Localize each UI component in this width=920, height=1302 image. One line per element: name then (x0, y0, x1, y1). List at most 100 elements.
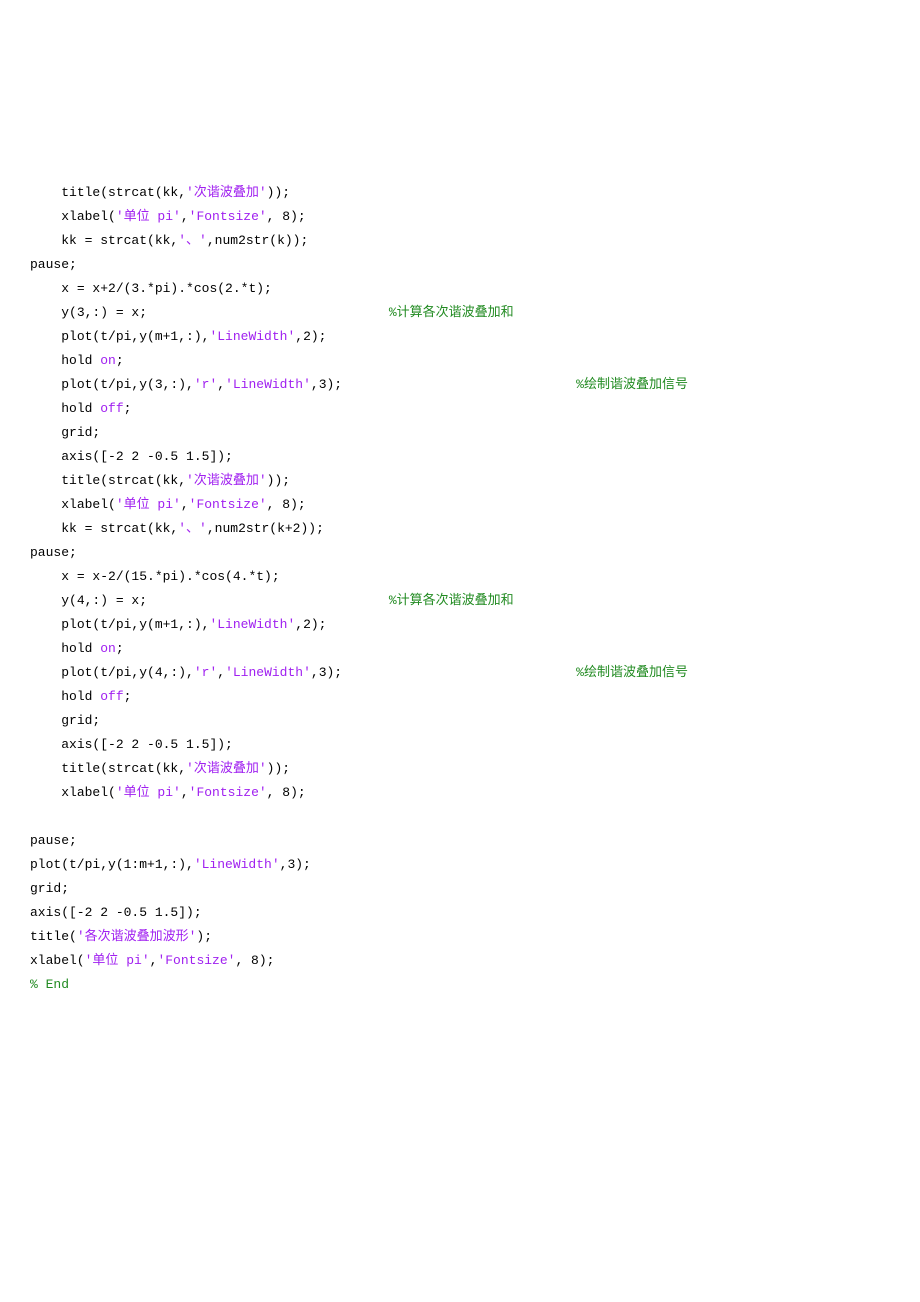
code-line: title('各次谐波叠加波形'); (30, 925, 890, 949)
string-literal: off (100, 401, 123, 416)
code-text: plot(t/pi,y(3,:), (61, 377, 194, 392)
string-literal: 'Fontsize' (189, 497, 267, 512)
code-text: grid; (61, 425, 100, 440)
indent (30, 401, 61, 416)
string-literal: '单位 pi' (116, 209, 181, 224)
code-text: ; (116, 641, 124, 656)
code-text: x = x-2/(15.*pi).*cos(4.*t); (61, 569, 279, 584)
code-text: xlabel( (61, 209, 116, 224)
indent (30, 593, 61, 608)
code-text: axis([-2 2 -0.5 1.5]); (61, 449, 233, 464)
code-line: xlabel('单位 pi','Fontsize', 8); (30, 205, 890, 229)
code-text: plot(t/pi,y(m+1,:), (61, 617, 209, 632)
code-line: axis([-2 2 -0.5 1.5]); (30, 733, 890, 757)
code-text: xlabel( (61, 785, 116, 800)
code-text: pause; (30, 545, 77, 560)
indent (30, 497, 61, 512)
code-text: hold (61, 689, 100, 704)
string-literal: '各次谐波叠加波形' (77, 929, 197, 944)
code-text: grid; (61, 713, 100, 728)
indent (30, 737, 61, 752)
comment: % End (30, 977, 69, 992)
code-text: axis([-2 2 -0.5 1.5]); (30, 905, 202, 920)
code-text: ,3); (311, 377, 576, 392)
code-line: title(strcat(kk,'次谐波叠加')); (30, 181, 890, 205)
string-literal: 'LineWidth' (225, 665, 311, 680)
string-literal: 'LineWidth' (209, 617, 295, 632)
code-text: ,2); (295, 329, 326, 344)
code-line (30, 805, 890, 829)
string-literal: 'LineWidth' (209, 329, 295, 344)
indent (30, 617, 61, 632)
code-text: ; (124, 689, 132, 704)
code-text: ); (196, 929, 212, 944)
string-literal: 'r' (194, 377, 217, 392)
indent (30, 281, 61, 296)
code-line: hold on; (30, 637, 890, 661)
code-line: pause; (30, 829, 890, 853)
code-line: xlabel('单位 pi','Fontsize', 8); (30, 949, 890, 973)
code-text: hold (61, 641, 100, 656)
code-text: kk = strcat(kk, (61, 521, 178, 536)
code-line: % End (30, 973, 890, 997)
code-text: title( (30, 929, 77, 944)
code-line: kk = strcat(kk,'、',num2str(k+2)); (30, 517, 890, 541)
code-line: title(strcat(kk,'次谐波叠加')); (30, 757, 890, 781)
string-literal: 'r' (194, 665, 217, 680)
code-text: )); (267, 185, 290, 200)
code-text: plot(t/pi,y(1:m+1,:), (30, 857, 194, 872)
code-line: y(4,:) = x; %计算各次谐波叠加和 (30, 589, 890, 613)
code-text: pause; (30, 833, 77, 848)
code-text: hold (61, 401, 100, 416)
code-line: title(strcat(kk,'次谐波叠加')); (30, 469, 890, 493)
code-text: ,num2str(k+2)); (207, 521, 324, 536)
code-line: pause; (30, 253, 890, 277)
code-text (30, 809, 38, 824)
code-line: x = x+2/(3.*pi).*cos(2.*t); (30, 277, 890, 301)
code-text: , 8); (267, 785, 306, 800)
comment: %计算各次谐波叠加和 (389, 593, 514, 608)
indent (30, 569, 61, 584)
code-text: hold (61, 353, 100, 368)
string-literal: off (100, 689, 123, 704)
code-line: grid; (30, 421, 890, 445)
string-literal: '、' (178, 233, 207, 248)
code-text: ; (116, 353, 124, 368)
indent (30, 473, 61, 488)
indent (30, 785, 61, 800)
string-literal: 'Fontsize' (189, 209, 267, 224)
code-line: xlabel('单位 pi','Fontsize', 8); (30, 781, 890, 805)
code-text: , (217, 665, 225, 680)
indent (30, 377, 61, 392)
code-text: y(4,:) = x; (61, 593, 389, 608)
code-text: pause; (30, 257, 77, 272)
code-text: )); (267, 761, 290, 776)
code-line: plot(t/pi,y(m+1,:),'LineWidth',2); (30, 613, 890, 637)
indent (30, 329, 61, 344)
code-text: title(strcat(kk, (61, 473, 186, 488)
code-text: ,3); (311, 665, 576, 680)
code-line: pause; (30, 541, 890, 565)
code-line: y(3,:) = x; %计算各次谐波叠加和 (30, 301, 890, 325)
indent (30, 521, 61, 536)
comment: %绘制谐波叠加信号 (576, 665, 688, 680)
string-literal: '单位 pi' (116, 785, 181, 800)
code-text: ,num2str(k)); (207, 233, 308, 248)
code-text: )); (267, 473, 290, 488)
code-line: hold off; (30, 397, 890, 421)
code-text: , 8); (267, 209, 306, 224)
code-line: kk = strcat(kk,'、',num2str(k)); (30, 229, 890, 253)
string-literal: on (100, 353, 116, 368)
indent (30, 449, 61, 464)
code-text: ; (124, 401, 132, 416)
code-line: axis([-2 2 -0.5 1.5]); (30, 901, 890, 925)
code-text: axis([-2 2 -0.5 1.5]); (61, 737, 233, 752)
string-literal: '、' (178, 521, 207, 536)
string-literal: 'LineWidth' (225, 377, 311, 392)
code-text: kk = strcat(kk, (61, 233, 178, 248)
code-text: , 8); (267, 497, 306, 512)
comment: %绘制谐波叠加信号 (576, 377, 688, 392)
indent (30, 713, 61, 728)
indent (30, 353, 61, 368)
indent (30, 761, 61, 776)
